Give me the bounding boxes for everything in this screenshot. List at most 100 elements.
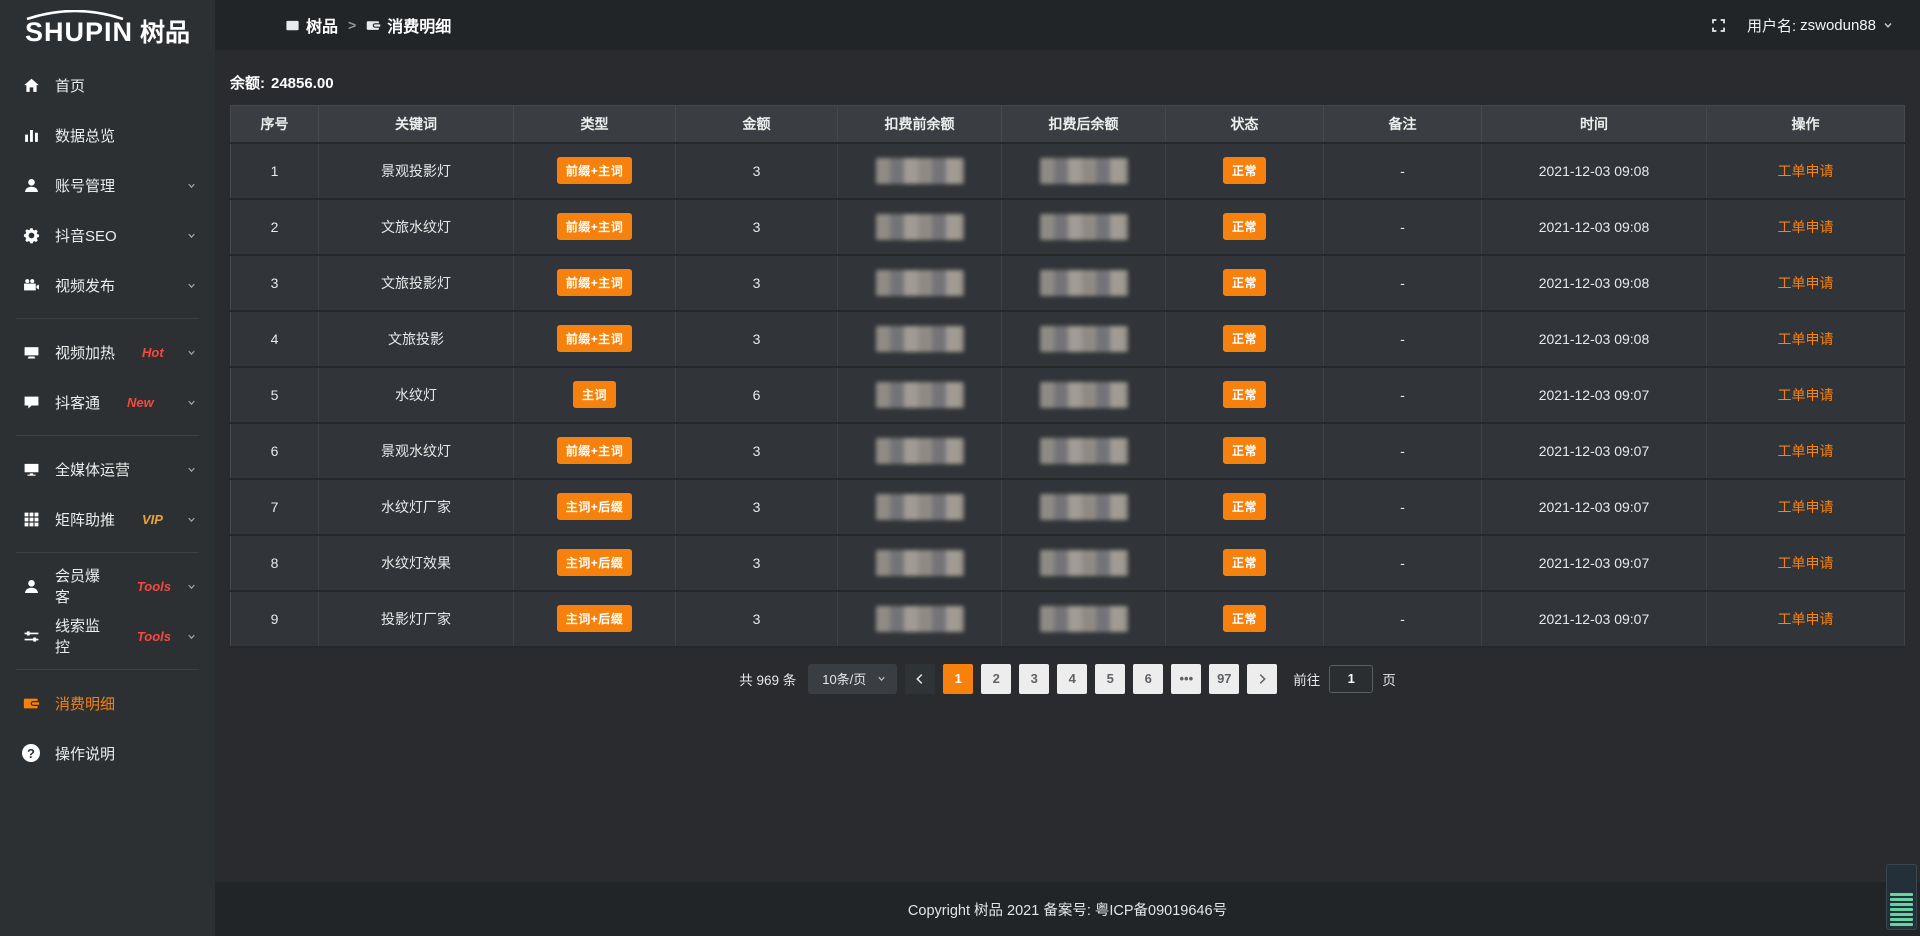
wallet-icon xyxy=(366,18,381,33)
cell-time: 2021-12-03 09:07 xyxy=(1482,591,1707,647)
app-root: SHUPIN 树品 首页数据总览账号管理抖音SEO 视频发布视频加热Hot抖客通N… xyxy=(0,0,1920,936)
more-pages-button[interactable]: ••• xyxy=(1171,664,1201,694)
next-page-button[interactable] xyxy=(1247,664,1277,694)
user-menu[interactable]: 用户名: zswodun88 xyxy=(1747,15,1894,36)
sidebar-item-operation-guide[interactable]: ?操作说明 xyxy=(0,728,215,778)
type-badge: 主词+后缀 xyxy=(557,549,633,576)
chevron-down-icon xyxy=(876,673,887,684)
column-header-9: 操作 xyxy=(1707,106,1905,143)
goto-unit: 页 xyxy=(1382,669,1396,689)
sidebar-item-account-management[interactable]: 账号管理 xyxy=(0,160,215,210)
cell-action: 工单申请 xyxy=(1707,535,1905,591)
sidebar: SHUPIN 树品 首页数据总览账号管理抖音SEO视频发布视频加热Hot抖客通N… xyxy=(0,0,215,936)
work-order-link[interactable]: 工单申请 xyxy=(1778,331,1834,347)
monitor-bar xyxy=(1890,903,1913,906)
work-order-link[interactable]: 工单申请 xyxy=(1778,387,1834,403)
sidebar-item-label: 操作说明 xyxy=(55,743,115,764)
sidebar-item-home[interactable]: 首页 xyxy=(0,60,215,110)
cell-remark: - xyxy=(1324,311,1482,367)
work-order-link[interactable]: 工单申请 xyxy=(1778,443,1834,459)
table-row: 6景观水纹灯前缀+主词3正常-2021-12-03 09:07工单申请 xyxy=(231,423,1905,479)
chevron-down-icon xyxy=(186,280,197,291)
sidebar-item-label: 线索监控 xyxy=(55,615,110,657)
mini-monitor-widget[interactable] xyxy=(1886,864,1917,930)
work-order-link[interactable]: 工单申请 xyxy=(1778,275,1834,291)
chevron-down-icon xyxy=(186,230,197,241)
work-order-link[interactable]: 工单申请 xyxy=(1778,611,1834,627)
column-header-2: 类型 xyxy=(514,106,676,143)
sidebar-item-video-heating[interactable]: 视频加热Hot xyxy=(0,327,215,377)
cell-remark: - xyxy=(1324,199,1482,255)
camera-icon xyxy=(22,276,40,294)
breadcrumb-item-0[interactable]: 树品 xyxy=(285,13,338,37)
cell-keyword: 投影灯厂家 xyxy=(319,591,514,647)
page-2-button[interactable]: 2 xyxy=(981,664,1011,694)
cell-status: 正常 xyxy=(1166,479,1324,535)
sidebar-item-omnimedia-operation[interactable]: 全媒体运营 xyxy=(0,444,215,494)
monitor-bar xyxy=(1890,898,1913,901)
table-row: 9投影灯厂家主词+后缀3正常-2021-12-03 09:07工单申请 xyxy=(231,591,1905,647)
redacted-balance-after xyxy=(1040,606,1128,632)
page-3-button[interactable]: 3 xyxy=(1019,664,1049,694)
cell-action: 工单申请 xyxy=(1707,199,1905,255)
breadcrumb-label: 消费明细 xyxy=(387,13,451,37)
chat-icon xyxy=(22,393,40,411)
page-97-button[interactable]: 97 xyxy=(1209,664,1239,694)
cell-type: 前缀+主词 xyxy=(514,423,676,479)
sidebar-divider xyxy=(16,552,199,553)
sidebar-item-matrix-boost[interactable]: 矩阵助推VIP xyxy=(0,494,215,544)
work-order-link[interactable]: 工单申请 xyxy=(1778,555,1834,571)
logo-arc-icon xyxy=(23,10,127,20)
page-5-button[interactable]: 5 xyxy=(1095,664,1125,694)
cell-amount: 3 xyxy=(676,535,838,591)
breadcrumb-separator: > xyxy=(348,17,356,33)
username-value: zswodun88 xyxy=(1800,17,1876,34)
sidebar-item-douketong[interactable]: 抖客通New xyxy=(0,377,215,427)
cell-balance-before xyxy=(838,423,1002,479)
cell-balance-after xyxy=(1002,367,1166,423)
page-size-select[interactable]: 10条/页 xyxy=(808,664,897,694)
prev-page-button[interactable] xyxy=(905,664,935,694)
chevron-down-icon xyxy=(186,347,197,358)
tv-icon xyxy=(22,343,40,361)
sidebar-item-tag: Tools xyxy=(137,579,171,594)
cell-keyword: 景观水纹灯 xyxy=(319,423,514,479)
work-order-link[interactable]: 工单申请 xyxy=(1778,219,1834,235)
column-header-5: 扣费后余额 xyxy=(1002,106,1166,143)
goto-page-input[interactable] xyxy=(1329,665,1373,693)
sidebar-item-douyin-seo[interactable]: 抖音SEO xyxy=(0,210,215,260)
sidebar-divider xyxy=(16,669,199,670)
cell-balance-before xyxy=(838,479,1002,535)
cell-balance-after xyxy=(1002,479,1166,535)
sidebar-item-member-booster[interactable]: 会员爆客Tools xyxy=(0,561,215,611)
cell-amount: 3 xyxy=(676,423,838,479)
work-order-link[interactable]: 工单申请 xyxy=(1778,163,1834,179)
chevron-down-icon xyxy=(186,581,197,592)
sidebar-item-consumption-details[interactable]: 消费明细 xyxy=(0,678,215,728)
sidebar-item-video-publish[interactable]: 视频发布 xyxy=(0,260,215,310)
cell-balance-after xyxy=(1002,311,1166,367)
cell-balance-after xyxy=(1002,423,1166,479)
sidebar-item-clue-monitor[interactable]: 线索监控Tools xyxy=(0,611,215,661)
redacted-balance-after xyxy=(1040,382,1128,408)
status-badge: 正常 xyxy=(1223,213,1266,240)
wallet-icon xyxy=(22,694,40,712)
work-order-link[interactable]: 工单申请 xyxy=(1778,499,1834,515)
sidebar-item-label: 抖音SEO xyxy=(55,225,117,246)
column-header-4: 扣费前余额 xyxy=(838,106,1002,143)
sidebar-item-data-overview[interactable]: 数据总览 xyxy=(0,110,215,160)
table-row: 2文旅水纹灯前缀+主词3正常-2021-12-03 09:08工单申请 xyxy=(231,199,1905,255)
fullscreen-icon[interactable] xyxy=(1710,17,1727,34)
column-header-7: 备注 xyxy=(1324,106,1482,143)
page-4-button[interactable]: 4 xyxy=(1057,664,1087,694)
page-1-button[interactable]: 1 xyxy=(943,664,973,694)
page-6-button[interactable]: 6 xyxy=(1133,664,1163,694)
table-header-row: 序号关键词类型金额扣费前余额扣费后余额状态备注时间操作 xyxy=(231,106,1905,143)
app-icon xyxy=(285,18,300,33)
logo-text: SHUPIN xyxy=(25,17,133,47)
cell-index: 8 xyxy=(231,535,319,591)
breadcrumb-item-1[interactable]: 消费明细 xyxy=(366,13,451,37)
cell-action: 工单申请 xyxy=(1707,423,1905,479)
redacted-balance-before xyxy=(876,438,964,464)
cell-type: 主词 xyxy=(514,367,676,423)
